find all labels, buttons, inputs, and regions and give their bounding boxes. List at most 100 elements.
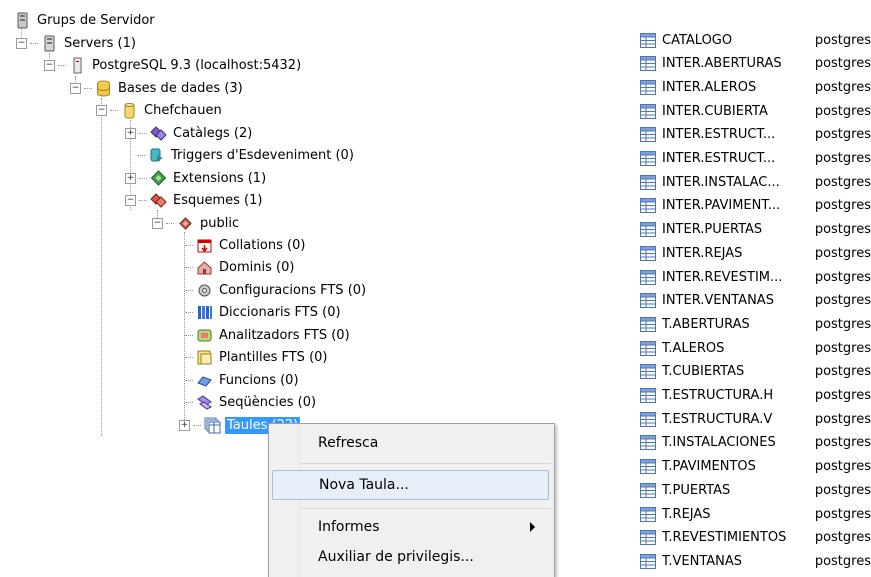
table-row[interactable]: T.ABERTURAS postgres — [640, 314, 871, 334]
table-row[interactable]: T.VENTANAS postgres — [640, 551, 871, 571]
tables-icon — [204, 417, 221, 434]
table-icon — [640, 364, 656, 380]
tree-node-event-triggers[interactable]: Triggers d'Esdeveniment (0) — [137, 145, 356, 165]
tree-node-schema-public[interactable]: − public — [152, 213, 241, 233]
table-row[interactable]: T.PAVIMENTOS postgres — [640, 457, 871, 477]
expand-toggle[interactable]: + — [125, 127, 136, 139]
table-owner: postgres — [814, 530, 871, 546]
tree-node-functions[interactable]: Funcions (0) — [185, 370, 301, 390]
tree-node-extensions[interactable]: + Extensions (1) — [125, 168, 268, 188]
table-icon — [640, 411, 656, 427]
tree-node-fts-parsers[interactable]: Analitzadors FTS (0) — [185, 325, 352, 345]
table-row[interactable]: T.REVESTIMIENTOS postgres — [640, 528, 871, 548]
fts-dictionary-icon — [196, 304, 213, 321]
table-row[interactable]: T.INSTALACIONES postgres — [640, 433, 871, 453]
table-icon — [640, 127, 656, 143]
tree-connector — [137, 154, 145, 156]
table-name: INTER.ESTRUCT... — [662, 151, 776, 166]
table-row[interactable]: T.REJAS postgres — [640, 504, 871, 524]
collapse-toggle[interactable]: − — [44, 59, 55, 71]
table-row[interactable]: T.PUERTAS postgres — [640, 480, 871, 500]
menu-item-reports[interactable]: Informes — [272, 512, 549, 542]
table-row[interactable]: INTER.VENTANAS postgres — [640, 291, 871, 311]
tree-connector — [185, 379, 193, 381]
table-icon — [640, 316, 656, 332]
table-row[interactable]: T.ESTRUCTURA.V postgres — [640, 409, 871, 429]
tree-node-postgresql[interactable]: − PostgreSQL 9.3 (localhost:5432) — [44, 55, 303, 75]
table-row[interactable]: INTER.ABERTURAS postgres — [640, 54, 871, 74]
tree-label: Funcions (0) — [219, 372, 299, 388]
tree-connector — [185, 334, 193, 336]
table-icon — [640, 482, 656, 498]
table-row[interactable]: INTER.ALEROS postgres — [640, 77, 871, 97]
tree-label: Bases de dades (3) — [118, 80, 243, 96]
tree-node-servers[interactable]: − Servers (1) — [16, 33, 138, 53]
table-name: CATALOGO — [662, 32, 733, 48]
tree-node-database-chefchauen[interactable]: − Chefchauen — [96, 100, 224, 120]
menu-item-new-table[interactable]: Nova Taula... — [272, 470, 549, 500]
table-owner: postgres — [814, 293, 871, 309]
tree-connector — [185, 356, 193, 358]
table-row[interactable]: INTER.PAVIMENT... postgres — [640, 196, 871, 216]
tree-node-fts-dictionaries[interactable]: Diccionaris FTS (0) — [185, 302, 343, 322]
tree-node-collations[interactable]: Collations (0) — [185, 235, 307, 255]
table-icon — [640, 151, 656, 166]
table-row[interactable]: T.ALEROS postgres — [640, 338, 871, 358]
menu-separator — [301, 508, 551, 509]
tree-node-catalogs[interactable]: + Catàlegs (2) — [125, 123, 254, 143]
table-row[interactable]: INTER.REJAS postgres — [640, 243, 871, 263]
table-row[interactable]: T.ESTRUCTURA.H postgres — [640, 386, 871, 406]
menu-item-label: Nova Taula... — [319, 477, 409, 493]
tree-node-schemas[interactable]: − Esquemes (1) — [125, 190, 264, 210]
table-row[interactable]: INTER.INSTALAC... postgres — [640, 172, 871, 192]
table-row[interactable]: INTER.ESTRUCT... postgres — [640, 149, 871, 169]
tree-guide-line — [101, 98, 102, 436]
fts-configuration-icon — [196, 282, 213, 299]
table-row[interactable]: INTER.REVESTIM... postgres — [640, 267, 871, 287]
table-owner: postgres — [814, 56, 871, 72]
tree-connector — [139, 199, 147, 201]
table-owner: postgres — [814, 245, 871, 261]
table-row[interactable]: INTER.ESTRUCT... postgres — [640, 125, 871, 145]
function-icon — [196, 372, 213, 389]
table-icon — [640, 459, 656, 475]
table-owner: postgres — [814, 103, 871, 119]
table-icon — [640, 198, 656, 214]
collapse-toggle[interactable]: − — [125, 194, 136, 206]
table-name: T.PAVIMENTOS — [662, 459, 756, 475]
table-icon — [640, 388, 656, 403]
menu-item-refresh[interactable]: Refresca — [272, 428, 549, 458]
table-name: T.ESTRUCTURA.V — [662, 411, 773, 427]
submenu-arrow-icon — [530, 522, 535, 532]
menu-item-privileges-wizard[interactable]: Auxiliar de privilegis... — [272, 542, 549, 572]
table-owner: postgres — [814, 198, 871, 214]
table-row[interactable]: CATALOGO postgres — [640, 30, 871, 50]
tree-node-server-groups[interactable]: Grups de Servidor — [14, 10, 157, 30]
collapse-toggle[interactable]: − — [152, 217, 163, 229]
tree-node-databases[interactable]: − Bases de dades (3) — [70, 78, 245, 98]
collapse-toggle[interactable]: − — [16, 37, 27, 49]
tree-node-domains[interactable]: Dominis (0) — [185, 257, 296, 277]
table-name: T.ABERTURAS — [662, 316, 750, 332]
tree-label: Plantilles FTS (0) — [219, 349, 328, 365]
table-name: INTER.ABERTURAS — [662, 56, 782, 72]
table-icon — [640, 32, 656, 48]
table-row[interactable]: T.CUBIERTAS postgres — [640, 362, 871, 382]
expand-toggle[interactable]: + — [125, 172, 136, 184]
table-row[interactable]: INTER.CUBIERTA postgres — [640, 101, 871, 121]
tree-connector — [185, 244, 193, 246]
tree-node-sequences[interactable]: Seqüències (0) — [185, 392, 318, 412]
table-name: INTER.INSTALAC... — [662, 174, 780, 190]
table-owner: postgres — [814, 482, 871, 498]
table-row[interactable]: INTER.PUERTAS postgres — [640, 220, 871, 240]
collapse-toggle[interactable]: − — [96, 104, 107, 116]
table-icon — [640, 56, 656, 72]
tree-node-fts-configurations[interactable]: Configuracions FTS (0) — [185, 280, 368, 300]
tree-label: Catàlegs (2) — [173, 125, 253, 141]
collapse-toggle[interactable]: − — [70, 82, 81, 94]
table-icon — [640, 269, 656, 285]
tree-label: Seqüències (0) — [219, 394, 317, 410]
table-icon — [640, 553, 656, 569]
expand-toggle[interactable]: + — [179, 419, 190, 431]
tree-node-fts-templates[interactable]: Plantilles FTS (0) — [185, 347, 329, 367]
